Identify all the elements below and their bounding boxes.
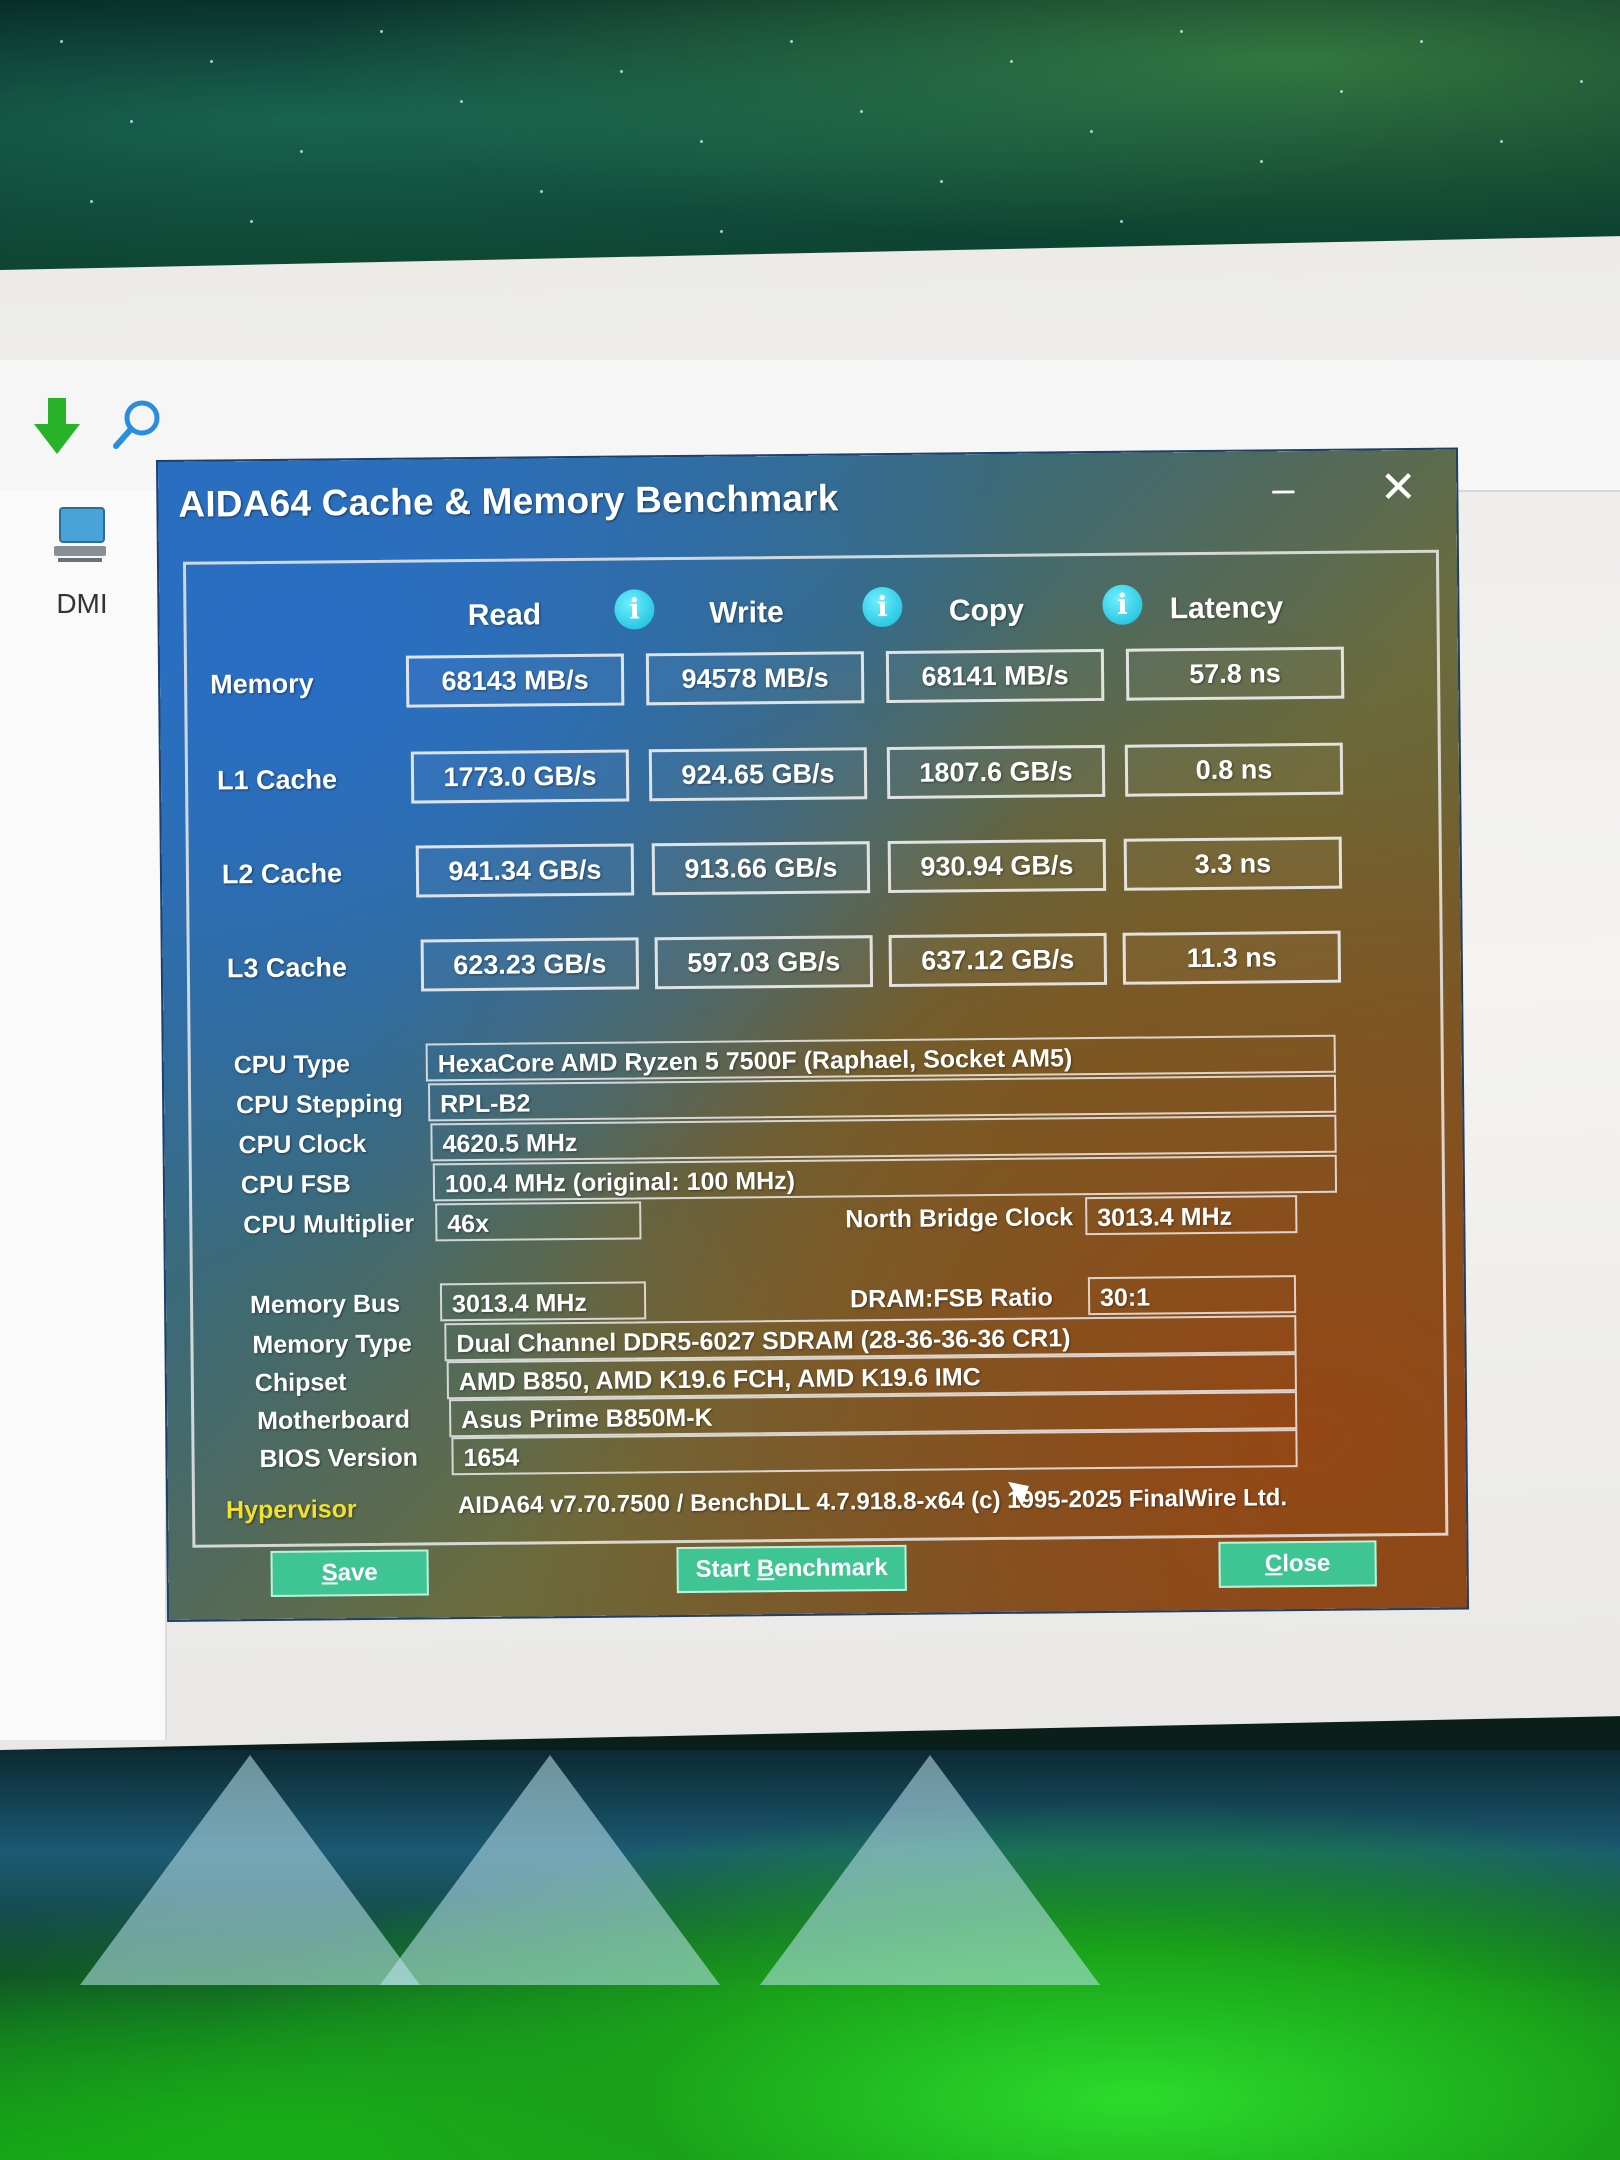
bios-version-label: BIOS Version: [259, 1443, 419, 1474]
save-label-rest: ave: [337, 1558, 378, 1587]
row-label-l3-cache: L3 Cache: [226, 952, 348, 984]
dram-fsb-ratio-label: DRAM:FSB Ratio: [849, 1283, 1053, 1314]
l3-read-value: 623.23 GB/s: [420, 937, 640, 992]
l1-read-value: 1773.0 GB/s: [410, 749, 630, 804]
close-label-rest: lose: [1282, 1549, 1331, 1578]
star-dot: [1340, 90, 1343, 93]
column-header-copy: Copy: [948, 593, 1025, 628]
memory-type-label: Memory Type: [252, 1329, 412, 1360]
star-dot: [720, 230, 723, 233]
dmi-computer-icon[interactable]: [48, 502, 114, 568]
cpu-multiplier-label: CPU Multiplier: [243, 1209, 415, 1240]
row-label-memory: Memory: [209, 668, 314, 700]
row-label-l2-cache: L2 Cache: [221, 858, 343, 890]
motherboard-label: Motherboard: [257, 1405, 411, 1436]
star-dot: [60, 40, 63, 43]
cpu-fsb-label: CPU FSB: [240, 1170, 351, 1200]
star-dot: [1090, 130, 1093, 133]
dialog-title: AIDA64 Cache & Memory Benchmark: [178, 477, 839, 525]
l2-copy-value: 930.94 GB/s: [887, 838, 1107, 894]
star-dot: [300, 150, 303, 153]
star-dot: [380, 30, 383, 33]
column-header-write: Write: [709, 596, 784, 630]
star-dot: [460, 100, 463, 103]
memory-copy-value: 68141 MB/s: [885, 648, 1105, 704]
column-header-read: Read: [467, 598, 542, 633]
window-close-button[interactable]: ✕: [1368, 458, 1429, 519]
wallpaper-mountain: [80, 1755, 420, 1985]
l2-read-value: 941.34 GB/s: [415, 843, 635, 898]
wallpaper-mountain: [760, 1755, 1100, 1985]
star-dot: [860, 110, 863, 113]
star-dot: [250, 220, 253, 223]
star-dot: [130, 120, 133, 123]
north-bridge-clock-field: 3013.4 MHz: [1085, 1195, 1298, 1236]
start-benchmark-button[interactable]: Start Benchmark: [676, 1544, 907, 1594]
cpu-clock-label: CPU Clock: [238, 1130, 367, 1160]
l2-write-value: 913.66 GB/s: [651, 841, 871, 896]
column-header-latency: Latency: [1169, 591, 1284, 626]
minimize-button[interactable]: –: [1253, 459, 1314, 520]
star-dot: [1120, 220, 1123, 223]
save-accel-letter: S: [321, 1559, 338, 1587]
bios-version-field: 1654: [451, 1429, 1298, 1476]
l1-write-value: 924.65 GB/s: [648, 747, 868, 802]
star-dot: [540, 190, 543, 193]
dram-fsb-ratio-field: 30:1: [1087, 1275, 1297, 1316]
start-label-pre: Start: [695, 1555, 758, 1583]
memory-bus-label: Memory Bus: [249, 1289, 401, 1320]
l1-latency-value: 0.8 ns: [1124, 742, 1344, 797]
memory-latency-value: 57.8 ns: [1125, 646, 1345, 701]
star-dot: [1500, 140, 1503, 143]
app-left-pane: [0, 490, 167, 1740]
close-accel-letter: C: [1264, 1550, 1283, 1578]
save-button[interactable]: Save: [270, 1549, 429, 1597]
l2-latency-value: 3.3 ns: [1123, 836, 1343, 891]
cpu-stepping-label: CPU Stepping: [236, 1089, 403, 1120]
l1-copy-value: 1807.6 GB/s: [886, 744, 1106, 800]
star-dot: [940, 180, 943, 183]
download-arrow-icon[interactable]: [34, 398, 80, 454]
north-bridge-clock-label: North Bridge Clock: [845, 1203, 1074, 1234]
star-dot: [1420, 40, 1423, 43]
cpu-type-label: CPU Type: [233, 1050, 351, 1080]
star-dot: [210, 60, 213, 63]
l3-latency-value: 11.3 ns: [1122, 930, 1342, 985]
start-accel-letter: B: [756, 1555, 775, 1583]
star-dot: [1580, 80, 1583, 83]
star-dot: [620, 70, 623, 73]
dmi-label[interactable]: DMI: [40, 588, 124, 620]
hypervisor-label: Hypervisor: [225, 1495, 357, 1525]
star-dot: [1010, 60, 1013, 63]
wallpaper-mountain: [380, 1755, 720, 1985]
star-dot: [90, 200, 93, 203]
star-dot: [700, 140, 703, 143]
search-magnifier-icon[interactable]: [112, 398, 164, 450]
l3-write-value: 597.03 GB/s: [654, 935, 874, 990]
star-dot: [1180, 30, 1183, 33]
start-label-post: enchmark: [774, 1554, 888, 1583]
row-label-l1-cache: L1 Cache: [216, 764, 338, 796]
chipset-label: Chipset: [254, 1368, 347, 1398]
star-dot: [790, 40, 793, 43]
memory-read-value: 68143 MB/s: [405, 653, 625, 708]
benchmark-dialog: AIDA64 Cache & Memory Benchmark – ✕ Read…: [158, 449, 1468, 1620]
memory-write-value: 94578 MB/s: [645, 651, 865, 706]
l3-copy-value: 637.12 GB/s: [888, 932, 1108, 988]
memory-bus-field: 3013.4 MHz: [439, 1281, 647, 1322]
cpu-multiplier-field: 46x: [435, 1201, 642, 1242]
close-button[interactable]: Close: [1218, 1540, 1377, 1588]
star-dot: [1260, 160, 1263, 163]
